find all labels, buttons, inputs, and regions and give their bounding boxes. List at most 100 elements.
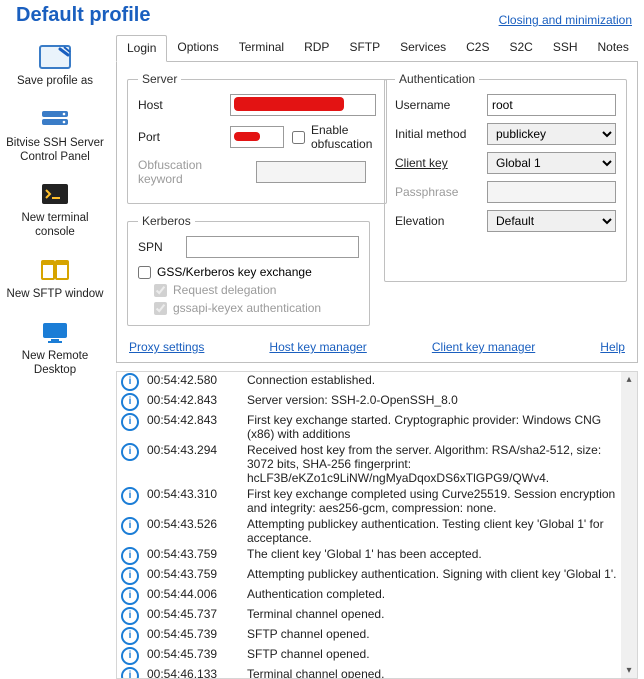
initial-method-select[interactable]: publickey (487, 123, 616, 145)
tab-s2c[interactable]: S2C (499, 35, 542, 61)
port-label: Port (138, 130, 222, 144)
obf-keyword-label: Obfuscation keyword (138, 158, 248, 186)
info-icon: i (121, 607, 139, 625)
server-icon (37, 103, 73, 135)
tab-about[interactable]: About (639, 35, 644, 61)
log-row: i00:54:43.310First key exchange complete… (117, 486, 621, 516)
client-key-link[interactable]: Client key (395, 156, 479, 170)
gssapi-keyex-label: gssapi-keyex authentication (173, 301, 321, 315)
log-row: i00:54:44.006Authentication completed. (117, 586, 621, 606)
log-timestamp: 00:54:44.006 (143, 586, 243, 606)
kerberos-group: Kerberos SPN GSS/Kerberos key exchange R… (127, 214, 370, 326)
log-row: i00:54:45.739SFTP channel opened. (117, 626, 621, 646)
spn-input[interactable] (186, 236, 359, 258)
log-table: i00:54:42.580Connection established.i00:… (117, 372, 621, 678)
profile-title: Default profile (16, 4, 150, 27)
log-message: Attempting publickey authentication. Tes… (243, 516, 621, 546)
log-row: i00:54:43.294Received host key from the … (117, 442, 621, 486)
log-row: i00:54:42.580Connection established. (117, 372, 621, 392)
redaction (234, 97, 344, 111)
sidebar-item-label: New terminal console (0, 212, 110, 240)
log-timestamp: 00:54:42.843 (143, 392, 243, 412)
log-timestamp: 00:54:43.759 (143, 546, 243, 566)
sidebar-save-profile[interactable]: Save profile as (0, 41, 110, 89)
log-message: Terminal channel opened. (243, 606, 621, 626)
sidebar-new-remote-desktop[interactable]: New Remote Desktop (0, 316, 110, 378)
log-timestamp: 00:54:42.843 (143, 412, 243, 442)
tab-ssh[interactable]: SSH (543, 35, 588, 61)
help-link[interactable]: Help (600, 340, 625, 354)
info-icon: i (121, 667, 139, 678)
gssapi-keyex-checkbox: gssapi-keyex authentication (154, 301, 359, 315)
scroll-down-icon[interactable]: ▾ (626, 665, 631, 676)
tab-strip: LoginOptionsTerminalRDPSFTPServicesC2SS2… (116, 35, 638, 62)
login-tab-panel: Server Host Port (116, 62, 638, 363)
tab-options[interactable]: Options (167, 35, 228, 61)
client-key-manager-link[interactable]: Client key manager (432, 340, 535, 354)
scrollbar[interactable]: ▴ ▾ (621, 372, 637, 678)
enable-obfuscation-label: Enable obfuscation (311, 123, 376, 151)
obf-keyword-input (256, 161, 366, 183)
spn-label: SPN (138, 240, 178, 254)
log-message: First key exchange completed using Curve… (243, 486, 621, 516)
passphrase-label: Passphrase (395, 185, 479, 199)
log-message: Attempting publickey authentication. Sig… (243, 566, 621, 586)
username-input[interactable] (487, 94, 616, 116)
tab-notes[interactable]: Notes (588, 35, 639, 61)
log-timestamp: 00:54:45.739 (143, 626, 243, 646)
log-message: Authentication completed. (243, 586, 621, 606)
host-label: Host (138, 98, 222, 112)
info-icon: i (121, 413, 139, 431)
log-row: i 00:54:46.133Terminal channel opened. (117, 666, 621, 678)
client-key-select[interactable]: Global 1 (487, 152, 616, 174)
elevation-label: Elevation (395, 214, 479, 228)
scroll-up-icon[interactable]: ▴ (626, 374, 631, 385)
tab-rdp[interactable]: RDP (294, 35, 339, 61)
sidebar-item-label: Bitvise SSH Server Control Panel (0, 137, 110, 165)
log-timestamp: 00:54:43.526 (143, 516, 243, 546)
enable-obfuscation-input[interactable] (292, 131, 305, 144)
log-timestamp: 00:54:46.133 (143, 666, 243, 678)
log-panel: i00:54:42.580Connection established.i00:… (116, 371, 638, 679)
gssapi-keyex-input (154, 302, 167, 315)
gss-kex-label: GSS/Kerberos key exchange (157, 265, 312, 279)
closing-minimization-link[interactable]: Closing and minimization (499, 13, 632, 27)
log-row: i00:54:43.526Attempting publickey authen… (117, 516, 621, 546)
sidebar-new-terminal[interactable]: New terminal console (0, 178, 110, 240)
log-message: SFTP channel opened. (243, 646, 621, 666)
enable-obfuscation-checkbox[interactable]: Enable obfuscation (292, 123, 376, 151)
info-icon: i (121, 393, 139, 411)
sidebar-server-panel[interactable]: Bitvise SSH Server Control Panel (0, 103, 110, 165)
tab-sftp[interactable]: SFTP (339, 35, 390, 61)
log-row: i00:54:42.843First key exchange started.… (117, 412, 621, 442)
tab-login[interactable]: Login (116, 35, 167, 62)
log-timestamp: 00:54:43.294 (143, 442, 243, 486)
info-icon: i (121, 443, 139, 461)
sidebar-new-sftp[interactable]: New SFTP window (0, 254, 110, 302)
sidebar: Save profile as Bitvise SSH Server Contr… (0, 27, 110, 679)
tab-terminal[interactable]: Terminal (229, 35, 294, 61)
info-icon: i (121, 373, 139, 391)
proxy-settings-link[interactable]: Proxy settings (129, 340, 204, 354)
sidebar-item-label: Save profile as (15, 75, 95, 89)
log-message: Server version: SSH-2.0-OpenSSH_8.0 (243, 392, 621, 412)
host-key-manager-link[interactable]: Host key manager (269, 340, 366, 354)
log-message: Terminal channel opened. (243, 666, 621, 678)
terminal-icon (37, 178, 73, 210)
log-row: i00:54:45.737Terminal channel opened. (117, 606, 621, 626)
rdp-icon (37, 316, 73, 348)
server-legend: Server (138, 72, 181, 86)
log-timestamp: 00:54:43.310 (143, 486, 243, 516)
log-timestamp: 00:54:42.580 (143, 372, 243, 392)
info-icon: i (121, 487, 139, 505)
username-label: Username (395, 98, 479, 112)
elevation-select[interactable]: Default (487, 210, 616, 232)
save-icon (37, 41, 73, 73)
tab-services[interactable]: Services (390, 35, 456, 61)
tab-c2s[interactable]: C2S (456, 35, 499, 61)
gss-kex-input[interactable] (138, 266, 151, 279)
auth-legend: Authentication (395, 72, 479, 86)
gss-kex-checkbox[interactable]: GSS/Kerberos key exchange (138, 265, 359, 279)
log-scroll[interactable]: i00:54:42.580Connection established.i00:… (117, 372, 621, 678)
info-icon: i (121, 627, 139, 645)
